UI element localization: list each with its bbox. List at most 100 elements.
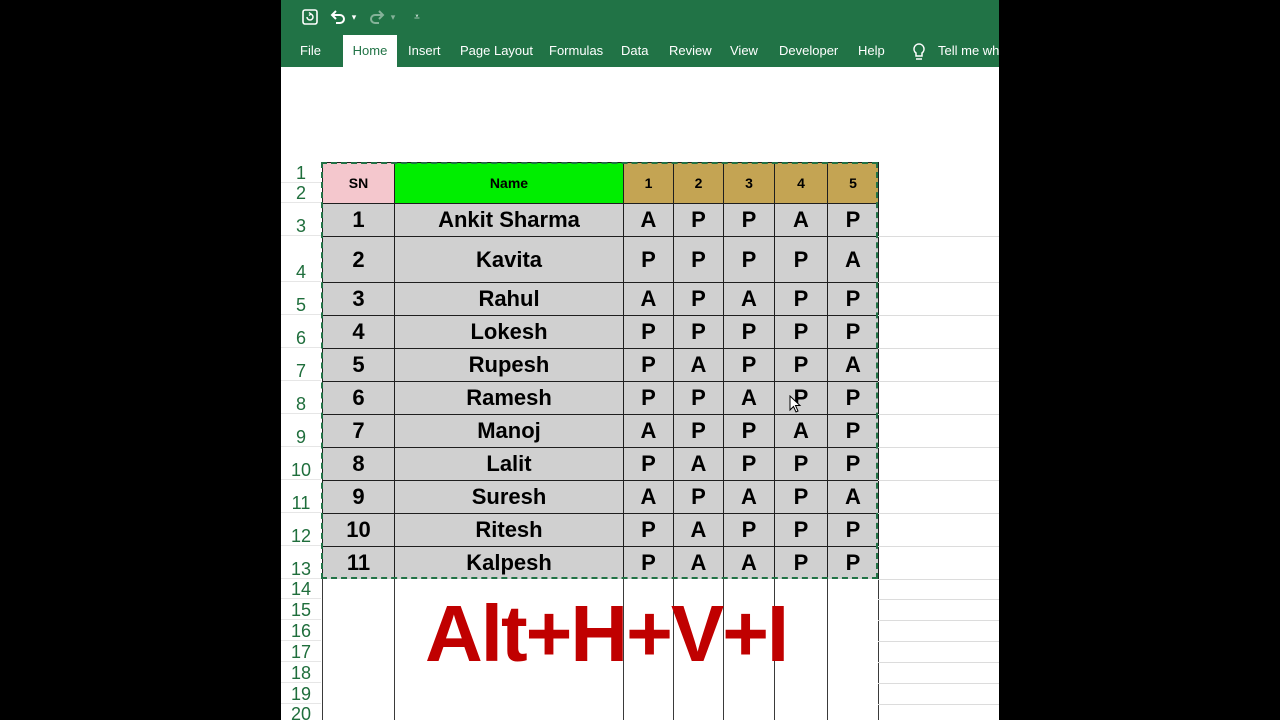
cell-name[interactable]: Lalit [394,447,624,481]
row-header[interactable]: 11 [281,480,321,513]
cell-name[interactable]: Lokesh [394,315,624,349]
undo-dropdown-icon[interactable]: ▾ [349,6,359,28]
row-header[interactable]: 4 [281,236,321,282]
cell-attendance[interactable]: P [623,447,674,481]
cell-sn[interactable]: 7 [322,414,395,448]
empty-cell[interactable] [394,683,624,705]
empty-cell[interactable] [673,704,724,720]
cell-sn[interactable]: 8 [322,447,395,481]
cell-attendance[interactable]: P [623,236,674,283]
empty-cell[interactable] [723,704,775,720]
cell-attendance[interactable]: P [827,282,879,316]
cell-attendance[interactable]: P [774,546,828,580]
cell-sn[interactable]: 5 [322,348,395,382]
tell-me-search[interactable]: Tell me wh [938,35,999,67]
empty-cell[interactable] [774,704,828,720]
cell-sn[interactable]: 11 [322,546,395,580]
row-header[interactable]: 7 [281,348,321,381]
header-day[interactable]: 2 [673,162,724,204]
tab-home[interactable]: Home [343,35,397,67]
tab-insert[interactable]: Insert [408,35,441,67]
row-header[interactable]: 20 [281,704,321,720]
header-name[interactable]: Name [394,162,624,204]
cell-attendance[interactable]: P [623,513,674,547]
cell-attendance[interactable]: P [623,546,674,580]
cell-attendance[interactable]: P [827,381,879,415]
cell-attendance[interactable]: P [774,447,828,481]
cell-name[interactable]: Suresh [394,480,624,514]
empty-cell[interactable] [322,620,395,642]
cell-attendance[interactable]: P [827,315,879,349]
redo-dropdown-icon[interactable]: ▾ [388,6,398,28]
tab-page-layout[interactable]: Page Layout [460,35,533,67]
cell-attendance[interactable]: A [723,480,775,514]
cell-attendance[interactable]: P [723,236,775,283]
cell-attendance[interactable]: P [827,203,879,237]
empty-cell[interactable] [322,683,395,705]
row-header[interactable]: 16 [281,620,321,641]
cell-attendance[interactable]: P [673,381,724,415]
cell-name[interactable]: Kalpesh [394,546,624,580]
cell-attendance[interactable]: P [723,315,775,349]
cell-name[interactable]: Ramesh [394,381,624,415]
empty-cell[interactable] [827,579,879,600]
empty-cell[interactable] [394,704,624,720]
cell-attendance[interactable]: P [827,414,879,448]
cell-attendance[interactable]: P [623,315,674,349]
cell-attendance[interactable]: A [827,236,879,283]
cell-attendance[interactable]: P [723,513,775,547]
row-header[interactable]: 5 [281,282,321,315]
cell-sn[interactable]: 9 [322,480,395,514]
empty-cell[interactable] [723,683,775,705]
cell-attendance[interactable]: P [623,381,674,415]
row-header[interactable]: 12 [281,513,321,546]
row-header[interactable]: 18 [281,662,321,683]
cell-attendance[interactable]: A [774,203,828,237]
tab-developer[interactable]: Developer [779,35,838,67]
empty-cell[interactable] [827,599,879,621]
row-header[interactable]: 13 [281,546,321,579]
tab-help[interactable]: Help [858,35,885,67]
cell-attendance[interactable]: A [673,348,724,382]
cell-attendance[interactable]: P [723,414,775,448]
cell-attendance[interactable]: P [673,236,724,283]
tab-view[interactable]: View [730,35,758,67]
cell-sn[interactable]: 4 [322,315,395,349]
header-day[interactable]: 3 [723,162,775,204]
row-header[interactable]: 9 [281,414,321,447]
tab-formulas[interactable]: Formulas [549,35,603,67]
cell-attendance[interactable]: P [827,513,879,547]
cell-attendance[interactable]: A [623,203,674,237]
customize-qat-icon[interactable]: ⩡ [411,6,423,28]
cell-attendance[interactable]: P [774,480,828,514]
cell-attendance[interactable]: P [673,480,724,514]
redo-icon[interactable] [367,6,387,28]
cell-attendance[interactable]: A [673,546,724,580]
cell-attendance[interactable]: A [623,414,674,448]
cell-name[interactable]: Kavita [394,236,624,283]
cell-attendance[interactable]: A [827,348,879,382]
cell-attendance[interactable]: A [673,513,724,547]
header-day[interactable]: 4 [774,162,828,204]
cell-name[interactable]: Ritesh [394,513,624,547]
empty-cell[interactable] [322,704,395,720]
cell-attendance[interactable]: P [774,282,828,316]
cell-attendance[interactable]: P [774,236,828,283]
cell-attendance[interactable]: A [623,480,674,514]
tab-data[interactable]: Data [621,35,648,67]
cell-attendance[interactable]: A [723,381,775,415]
row-header[interactable]: 14 [281,579,321,599]
cell-name[interactable]: Rahul [394,282,624,316]
cell-attendance[interactable]: P [827,447,879,481]
cell-sn[interactable]: 6 [322,381,395,415]
empty-cell[interactable] [322,662,395,684]
row-header[interactable]: 1 [281,162,321,183]
cell-attendance[interactable]: P [774,513,828,547]
cell-attendance[interactable]: P [723,348,775,382]
cell-attendance[interactable]: P [673,282,724,316]
header-day[interactable]: 1 [623,162,674,204]
header-sn[interactable]: SN [322,162,395,204]
undo-icon[interactable] [328,6,348,28]
cell-sn[interactable]: 10 [322,513,395,547]
cell-attendance[interactable]: P [723,203,775,237]
